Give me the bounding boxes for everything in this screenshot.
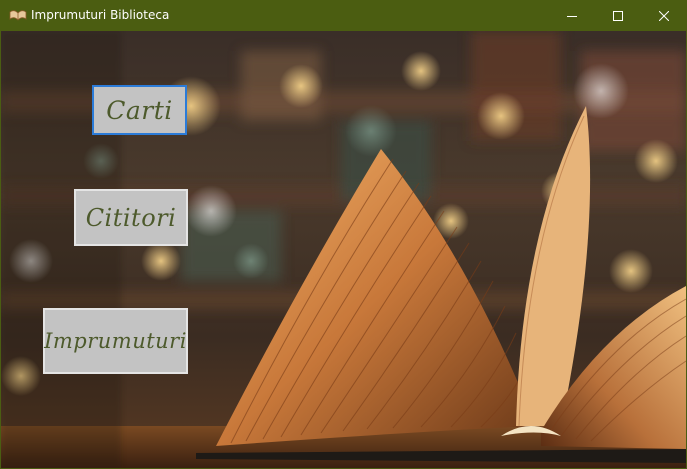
main-panel: Carti Cititori Imprumuturi bbox=[1, 31, 686, 468]
carti-button[interactable]: Carti bbox=[92, 85, 187, 135]
cititori-button[interactable]: Cititori bbox=[74, 189, 188, 246]
maximize-icon bbox=[613, 10, 623, 21]
title-bar[interactable]: Imprumuturi Biblioteca bbox=[0, 0, 687, 31]
maximize-button[interactable] bbox=[595, 0, 641, 31]
imprumuturi-button[interactable]: Imprumuturi bbox=[43, 308, 188, 374]
window-title: Imprumuturi Biblioteca bbox=[31, 8, 170, 22]
imprumuturi-button-label: Imprumuturi bbox=[44, 329, 187, 353]
close-icon bbox=[659, 10, 669, 21]
app-window: Imprumuturi Biblioteca Carti Cititori Im… bbox=[0, 0, 687, 469]
cititori-button-label: Cititori bbox=[85, 203, 177, 232]
minimize-icon bbox=[567, 15, 577, 17]
close-button[interactable] bbox=[641, 0, 687, 31]
carti-button-label: Carti bbox=[106, 95, 173, 125]
open-book-icon bbox=[9, 10, 27, 21]
minimize-button[interactable] bbox=[549, 0, 595, 31]
